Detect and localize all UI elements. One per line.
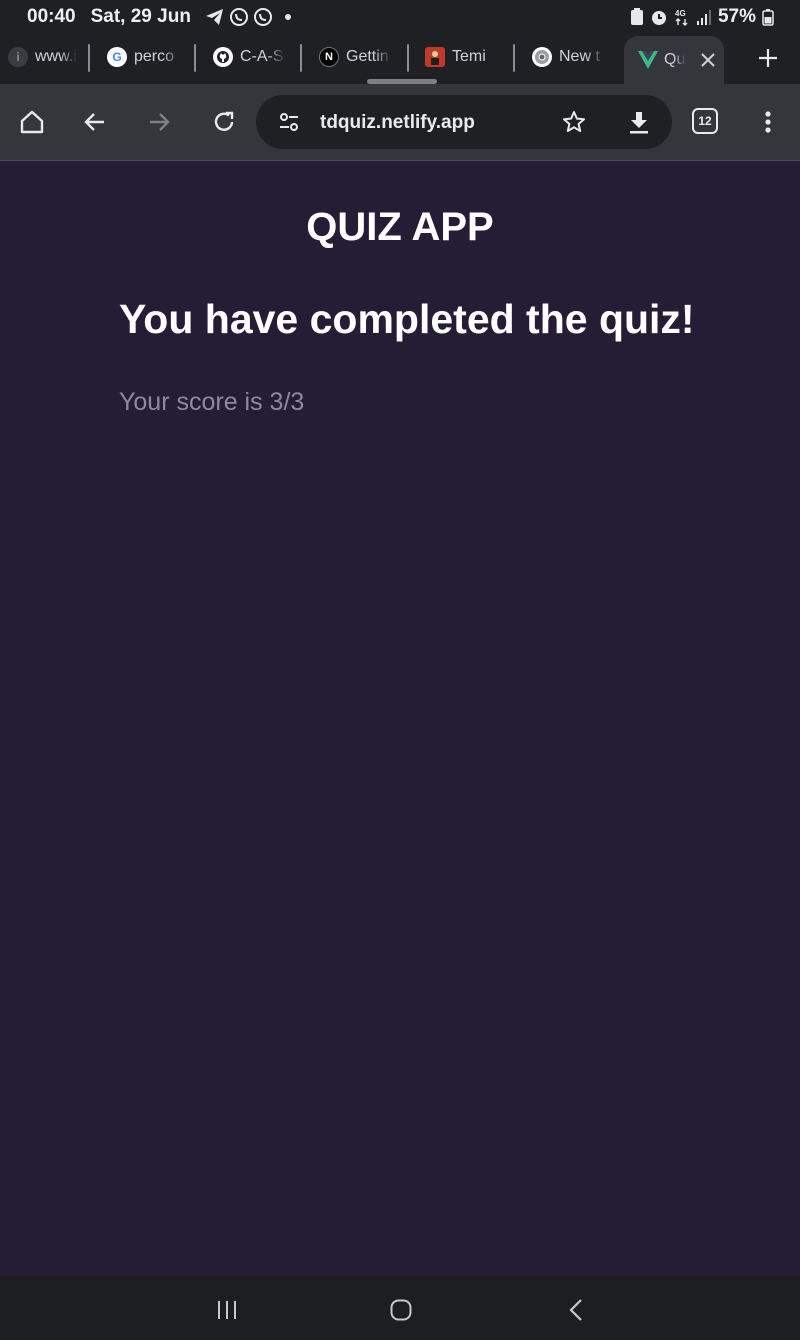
chevron-left-icon — [569, 1299, 582, 1321]
more-notifications-dot — [284, 14, 291, 20]
page-content: QUIZ APP You have completed the quiz! Yo… — [0, 161, 800, 1276]
tab-title: Gettin — [346, 48, 389, 65]
github-icon — [213, 47, 233, 67]
system-icons: 4G 57% — [630, 6, 774, 28]
tune-icon — [280, 113, 298, 131]
status-time: 00:40 — [27, 6, 76, 27]
browser-tab[interactable]: i www.i — [8, 34, 80, 80]
svg-text:4G: 4G — [675, 9, 686, 18]
score-text: Your score is 3/3 — [119, 388, 305, 416]
status-date: Sat, 29 Jun — [90, 6, 191, 27]
completion-heading: You have completed the quiz! — [119, 296, 695, 342]
whatsapp-icon — [253, 8, 272, 26]
tab-title: C-A-S — [240, 48, 284, 65]
chrome-icon — [532, 47, 552, 67]
tab-switcher-button[interactable]: 12 — [692, 108, 718, 134]
tab-divider — [513, 44, 515, 72]
site-settings-button[interactable] — [274, 107, 304, 137]
address-bar[interactable]: tdquiz.netlify.app — [256, 95, 672, 149]
tab-title: Qu — [664, 51, 686, 68]
tab-divider — [88, 44, 90, 72]
whatsapp-icon — [229, 8, 248, 26]
google-icon: G — [107, 47, 127, 67]
browser-tab[interactable]: N Gettin — [319, 34, 399, 80]
new-tab-button[interactable] — [752, 42, 784, 74]
home-button[interactable] — [14, 104, 50, 140]
recents-icon — [218, 1301, 236, 1319]
browser-tab[interactable]: New t — [532, 34, 612, 80]
recent-apps-button[interactable] — [209, 1292, 245, 1328]
notification-icons — [205, 7, 291, 27]
reload-button[interactable] — [206, 104, 242, 140]
home-circle-icon — [390, 1299, 412, 1321]
more-vert-icon — [765, 111, 771, 133]
close-tab-icon[interactable] — [700, 52, 716, 68]
tab-divider — [407, 44, 409, 72]
plus-icon — [759, 49, 777, 67]
home-nav-button[interactable] — [383, 1292, 419, 1328]
app-title: QUIZ APP — [306, 205, 494, 249]
system-nav-bar — [0, 1276, 800, 1340]
avatar-icon — [425, 47, 445, 67]
back-nav-button[interactable] — [558, 1292, 594, 1328]
vue-icon — [638, 51, 658, 69]
telegram-icon — [205, 9, 223, 25]
battery-level: 57% — [717, 6, 756, 27]
site-favicon-icon: i — [8, 47, 28, 67]
download-icon — [630, 112, 648, 134]
status-bar: 00:40 Sat, 29 Jun 4G 57% — [0, 0, 800, 34]
battery-icon — [762, 9, 774, 26]
star-icon — [563, 111, 585, 132]
browser-tab[interactable]: G perco — [107, 34, 187, 80]
tab-divider — [300, 44, 302, 72]
nextjs-icon: N — [319, 47, 339, 67]
signal-icon — [696, 10, 711, 25]
home-icon — [20, 110, 44, 134]
alarm-icon — [651, 11, 666, 25]
browser-toolbar: tdquiz.netlify.app 12 — [0, 84, 800, 161]
bookmark-button[interactable] — [559, 107, 589, 137]
url-text[interactable]: tdquiz.netlify.app — [320, 112, 475, 134]
browser-tab[interactable]: Temi — [425, 34, 505, 80]
reload-icon — [214, 111, 234, 131]
tab-divider — [194, 44, 196, 72]
tab-title: Temi — [452, 48, 486, 65]
tab-title: www.i — [35, 48, 77, 65]
network-4g-icon: 4G — [675, 9, 688, 26]
tab-title: New t — [559, 48, 600, 65]
download-button[interactable] — [624, 107, 654, 137]
browser-tab[interactable]: C-A-S — [213, 34, 293, 80]
back-button[interactable] — [77, 104, 113, 140]
arrow-left-icon — [84, 113, 104, 131]
battery-saver-icon — [630, 8, 643, 25]
tab-strip: i www.i G perco C-A-S N Gettin Temi New … — [0, 34, 800, 84]
active-browser-tab[interactable]: Qu — [624, 36, 724, 84]
arrow-right-icon — [150, 113, 170, 131]
menu-button[interactable] — [750, 104, 786, 140]
forward-button[interactable] — [141, 104, 177, 140]
tab-title: perco — [134, 48, 175, 65]
